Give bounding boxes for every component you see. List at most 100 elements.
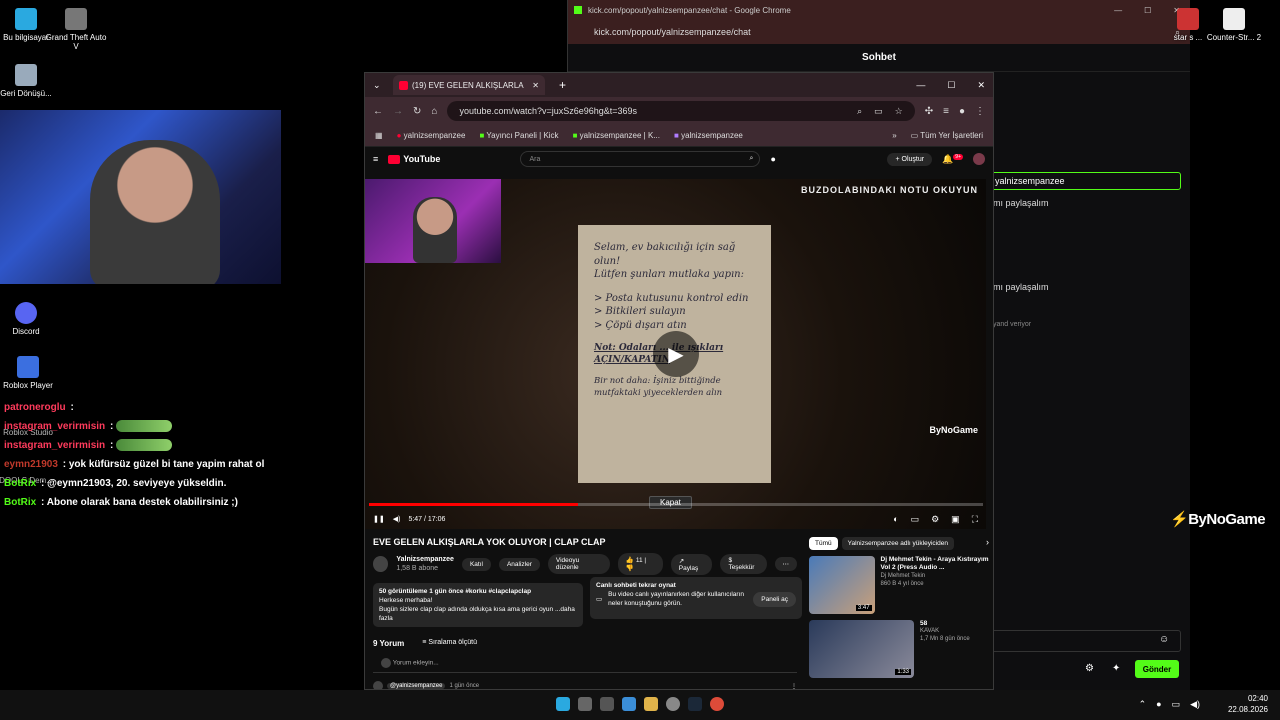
network-icon[interactable]: ▭ xyxy=(1172,699,1181,710)
mic-icon[interactable]: ● xyxy=(1156,699,1161,710)
back-icon[interactable]: ← xyxy=(373,106,383,117)
kick-urlbar[interactable]: kick.com/popout/yalnizsempanzee/chat ⌕ xyxy=(568,20,1190,44)
chip-all[interactable]: Tümü xyxy=(809,537,838,550)
chevron-up-icon[interactable]: ⌃ xyxy=(1139,699,1147,710)
add-comment-input[interactable]: Yorum ekleyin... xyxy=(373,654,797,674)
sort-button[interactable]: ≡ Sıralama ölçütü xyxy=(422,639,477,648)
maximize-icon[interactable]: ☐ xyxy=(947,80,955,91)
youtube-logo[interactable]: YouTube xyxy=(388,154,440,164)
zoom-icon[interactable]: ⌕ xyxy=(857,106,862,117)
home-icon[interactable]: ⌂ xyxy=(431,106,437,117)
kick-message: mı paylaşalım xyxy=(993,282,1049,292)
recommendation-item[interactable]: 1:33 58 KAVAK 1,7 Mn 8 gün önce xyxy=(809,620,989,678)
minimize-icon[interactable]: — xyxy=(916,80,925,91)
apps-icon[interactable]: ▦ xyxy=(375,131,383,140)
start-icon[interactable] xyxy=(556,697,570,711)
search-icon[interactable]: ⌕ xyxy=(750,155,760,163)
notifications-icon[interactable]: 🔔 9+ xyxy=(942,153,963,165)
bookmark-item[interactable]: ■ yalnizsempanzee | K... xyxy=(573,131,660,140)
app-icon xyxy=(1177,8,1199,30)
bookmark-star-icon[interactable]: ☆ xyxy=(895,106,903,117)
edit-video-button[interactable]: Videoyu düzenle xyxy=(547,554,610,574)
forward-icon[interactable]: → xyxy=(393,106,403,117)
close-tab-icon[interactable]: ✕ xyxy=(532,81,539,90)
progress-bar[interactable] xyxy=(369,503,983,506)
file-explorer-icon[interactable] xyxy=(644,697,658,711)
avatar[interactable] xyxy=(373,556,389,572)
bookmark-item[interactable]: ■ yalnizsempanzee xyxy=(674,131,743,140)
new-tab-icon[interactable]: + xyxy=(559,78,566,92)
more-bookmarks-icon[interactable]: » xyxy=(892,131,896,140)
video-player[interactable]: BUZDOLABINDAKI NOTU OKUYUN Selam, ev bak… xyxy=(365,179,986,529)
clock[interactable]: 02:40 22.08.2026 xyxy=(1228,694,1268,716)
desktop-icon-gta[interactable]: Grand Theft Auto V xyxy=(44,8,108,51)
desktop-icon-recycle-bin[interactable]: Geri Dönüşü... xyxy=(0,64,58,98)
desktop-icon-star[interactable]: star s ... xyxy=(1170,8,1206,42)
file-icon xyxy=(1223,8,1245,30)
close-icon[interactable]: ✕ xyxy=(977,80,985,91)
create-button[interactable]: + Oluştur xyxy=(887,152,933,166)
chevron-right-icon[interactable]: › xyxy=(986,537,989,550)
hamburger-icon[interactable]: ≡ xyxy=(373,154,378,164)
profile-icon[interactable]: ● xyxy=(959,106,965,117)
all-bookmarks[interactable]: ▭ Tüm Yer İşaretleri xyxy=(911,131,983,140)
maximize-icon[interactable]: ☐ xyxy=(1144,6,1151,15)
extensions-icon[interactable]: ✣ xyxy=(925,106,933,117)
like-button[interactable]: 👍 11 | 👎 xyxy=(617,553,663,575)
steam-icon[interactable] xyxy=(688,697,702,711)
minimize-icon[interactable]: — xyxy=(1114,6,1122,15)
share-button[interactable]: ↗ Paylaş xyxy=(670,553,713,575)
play-icon[interactable]: ❚❚ xyxy=(373,515,385,523)
send-button[interactable]: Gönder xyxy=(1135,660,1179,678)
desktop-icon-counter-strike[interactable]: Counter-Str... 2 xyxy=(1204,8,1264,42)
gift-icon[interactable]: ✦ xyxy=(1112,663,1120,674)
address-bar[interactable]: youtube.com/watch?v=juxSz6e96hg&t=369s ⌕… xyxy=(447,101,915,121)
widgets-icon[interactable] xyxy=(622,697,636,711)
mic-icon[interactable]: ● xyxy=(770,154,775,164)
settings-icon[interactable]: ⚙ xyxy=(931,514,939,525)
bookmark-item[interactable]: ● yalnizsempanzee xyxy=(397,131,466,140)
kick-chat-input[interactable] xyxy=(988,630,1181,652)
more-icon[interactable]: ⋯ xyxy=(774,557,797,571)
bookmark-item[interactable]: ■ Yayıncı Paneli | Kick xyxy=(479,131,558,140)
analytics-button[interactable]: Analizler xyxy=(498,557,540,571)
description-box[interactable]: 50 görüntüleme 1 gün önce #korku #clapcl… xyxy=(373,583,583,628)
miniplayer-icon[interactable]: ▣ xyxy=(951,514,960,525)
subtitles-icon[interactable]: ▭ xyxy=(911,514,920,525)
emoji-icon[interactable]: ☺ xyxy=(1159,634,1169,645)
highlighted-user[interactable]: yalnizsempanzee xyxy=(988,172,1181,190)
cast-icon[interactable]: ▭ xyxy=(874,106,883,117)
folder-icon: ▭ xyxy=(910,131,919,140)
kick-chat-header: Sohbet xyxy=(568,44,1190,72)
open-panel-button[interactable]: Paneli aç xyxy=(753,591,796,607)
tab-youtube[interactable]: (19) EVE GELEN ALKIŞLARLA ✕ xyxy=(393,75,545,95)
autoplay-toggle-icon[interactable]: ◐ xyxy=(893,514,898,525)
obs-icon[interactable] xyxy=(666,697,680,711)
search-icon[interactable] xyxy=(578,697,592,711)
tab-search-icon[interactable]: ⌄ xyxy=(373,80,381,91)
chip-uploader[interactable]: Yalnizsempanzee adlı yükleyiciden xyxy=(841,537,954,550)
reload-icon[interactable]: ↻ xyxy=(413,106,421,117)
recommendation-item[interactable]: 3:47 Dj Mehmet Tekin - Araya Kıstırayım … xyxy=(809,556,989,614)
avatar[interactable] xyxy=(973,153,985,165)
desktop-icon-roblox-player[interactable]: Roblox Player xyxy=(0,356,60,390)
youtube-icon xyxy=(388,154,401,164)
channel-name[interactable]: Yalnizsempanzee xyxy=(396,555,454,564)
menu-icon[interactable]: ⋮ xyxy=(975,106,985,117)
settings-icon[interactable]: ⚙ xyxy=(1085,663,1094,674)
comment-menu-icon[interactable]: ⋮ xyxy=(791,683,797,689)
task-view-icon[interactable] xyxy=(600,697,614,711)
media-icon[interactable]: ≡ xyxy=(943,106,949,117)
game-objective-text: BUZDOLABINDAKI NOTU OKUYUN xyxy=(801,185,978,195)
bynogame-icon: ⚡ xyxy=(1170,511,1189,528)
search-input[interactable]: Ara ⌕ xyxy=(520,151,761,167)
volume-icon[interactable]: ◀) xyxy=(1190,699,1200,710)
fullscreen-icon[interactable]: ⛶ xyxy=(972,514,978,525)
desktop-icon-discord[interactable]: Discord xyxy=(0,302,58,336)
live-chat-replay-box: Canlı sohbeti tekrar oynat ▭ Bu video ca… xyxy=(590,577,802,619)
volume-icon[interactable]: ◀) xyxy=(393,515,401,523)
join-button[interactable]: Katıl xyxy=(461,557,491,571)
thanks-button[interactable]: $ Teşekkür xyxy=(720,554,767,574)
play-button[interactable]: ▶ xyxy=(653,331,699,377)
chrome-icon[interactable] xyxy=(710,697,724,711)
